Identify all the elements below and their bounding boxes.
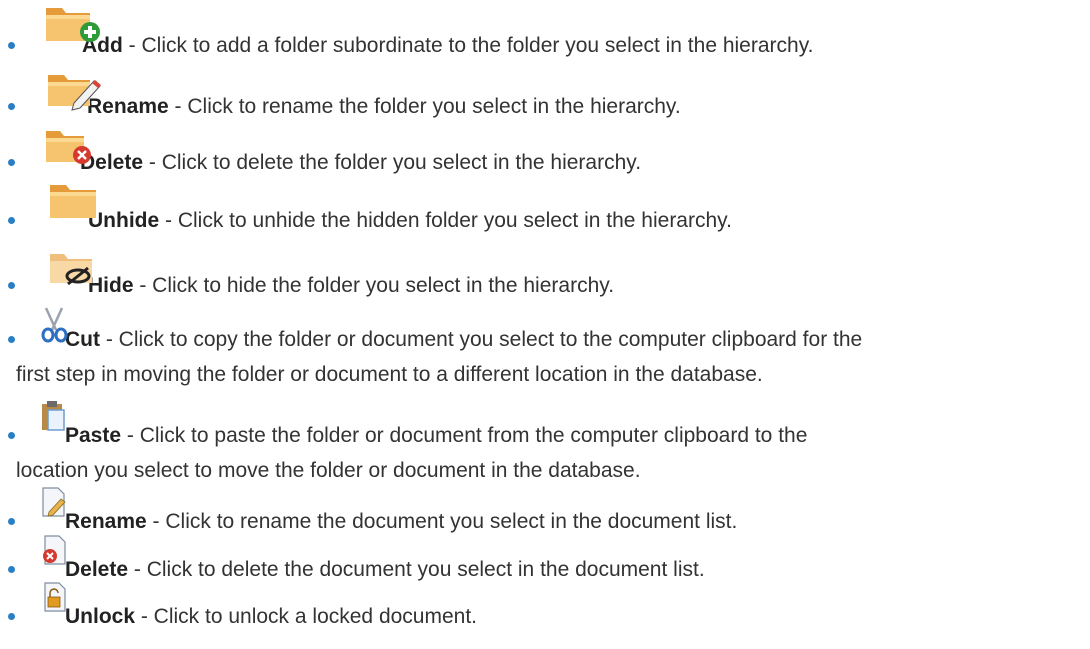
- bullet: [8, 566, 15, 573]
- button-name: Delete: [65, 558, 129, 581]
- button-description: - Click to paste the folder or document …: [121, 424, 808, 447]
- button-description: - Click to hide the folder you select in…: [133, 274, 615, 297]
- scissors-cut-icon: [41, 307, 68, 343]
- document-rename-icon: [42, 487, 66, 517]
- bullet: [8, 217, 15, 224]
- document-unlock-icon: [44, 582, 66, 612]
- bullet: [8, 518, 15, 525]
- folder-rename-icon: [48, 75, 101, 111]
- bullet: [8, 336, 15, 343]
- bullet: [8, 103, 15, 110]
- button-description: - Click to rename the folder you select …: [168, 95, 681, 118]
- button-description: - Click to unlock a locked document.: [135, 605, 478, 628]
- button-name: Rename: [65, 510, 147, 533]
- button-description-continued: location you select to move the folder o…: [16, 459, 641, 482]
- folder-unhide-icon: [50, 185, 96, 218]
- button-description: - Click to rename the document you selec…: [146, 510, 738, 533]
- bullet: [8, 613, 15, 620]
- folder-hide-icon: [50, 254, 92, 286]
- button-description: - Click to add a folder subordinate to t…: [122, 34, 814, 57]
- button-name: Cut: [65, 328, 100, 351]
- bullet: [8, 432, 15, 439]
- button-description: - Click to unhide the hidden folder you …: [159, 209, 732, 232]
- button-name: Unlock: [65, 605, 136, 628]
- button-description: - Click to delete the folder you select …: [143, 151, 642, 174]
- clipboard-paste-icon: [42, 401, 65, 431]
- folder-delete-icon: [46, 131, 91, 164]
- button-description: - Click to copy the folder or document y…: [100, 328, 863, 351]
- bullet: [8, 42, 15, 49]
- bullet: [8, 159, 15, 166]
- button-description: - Click to delete the document you selec…: [128, 558, 705, 581]
- button-name: Paste: [65, 424, 122, 447]
- button-description-continued: first step in moving the folder or docum…: [16, 363, 763, 386]
- document-delete-icon: [43, 535, 66, 565]
- bullet: [8, 282, 15, 289]
- folder-add-icon: [46, 8, 100, 42]
